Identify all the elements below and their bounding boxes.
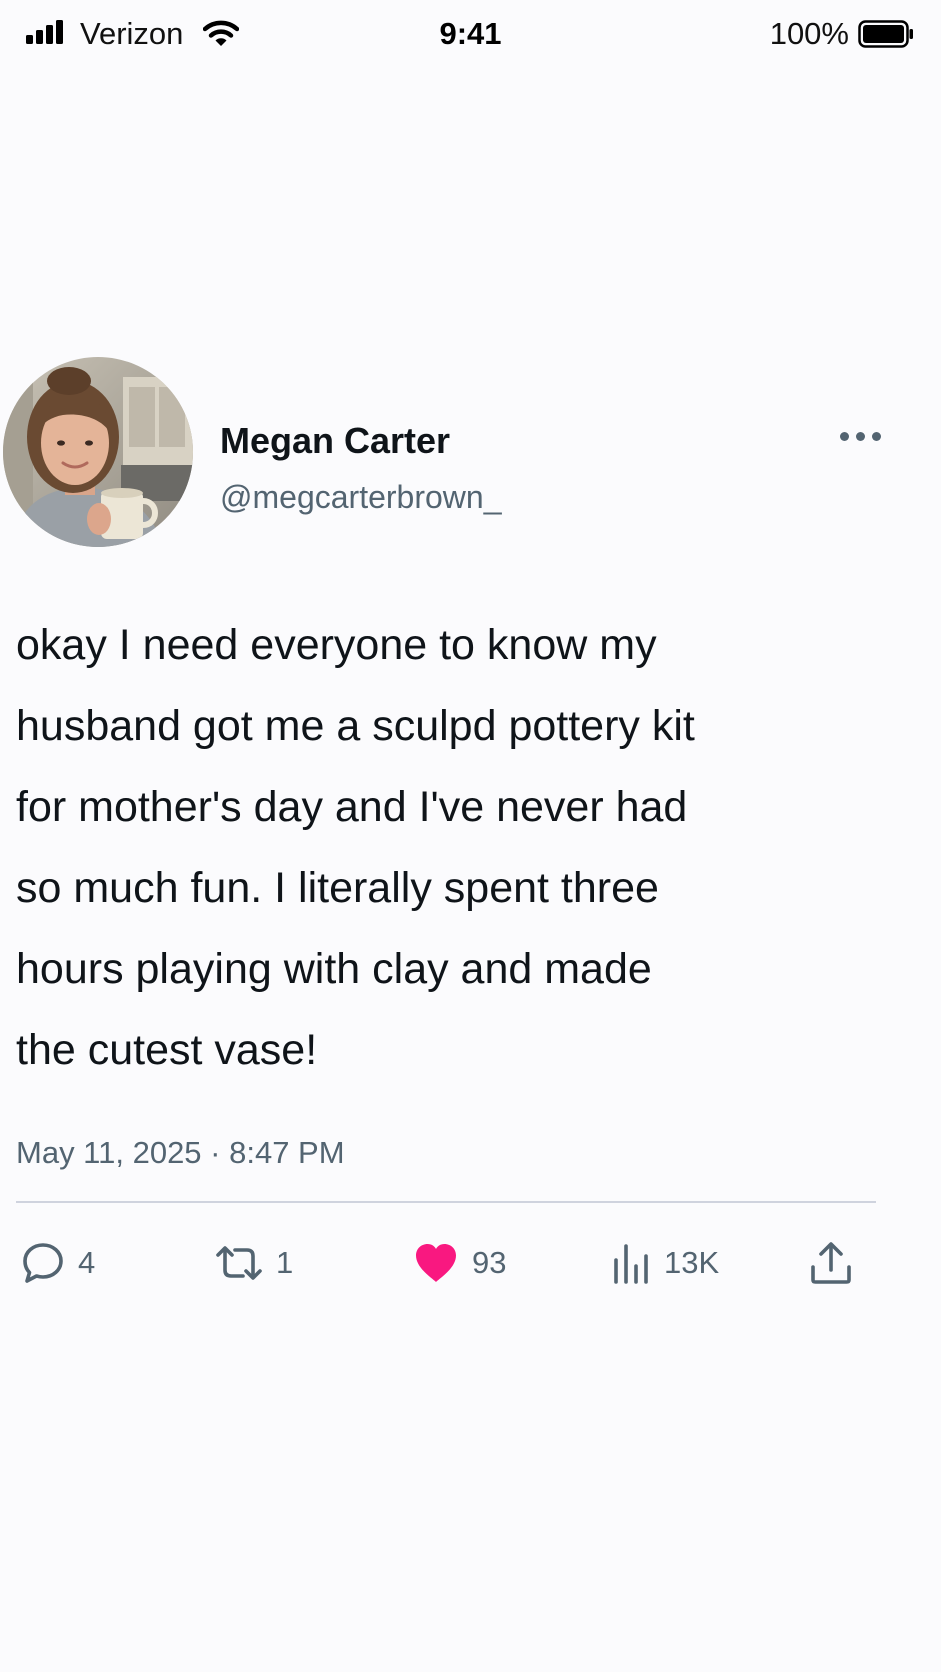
status-bar: Verizon 9:41 100%	[0, 0, 941, 70]
tweet-timestamp[interactable]: May 11, 2025 · 8:47 PM	[16, 1135, 345, 1171]
carrier-name: Verizon	[80, 16, 184, 51]
tweet-text: okay I need everyone to know my husband …	[16, 621, 695, 1074]
like-icon	[416, 1244, 456, 1282]
more-icon	[840, 432, 849, 441]
display-name[interactable]: Megan Carter	[220, 420, 450, 462]
wifi-icon	[203, 20, 239, 46]
repost-count: 1	[276, 1245, 294, 1280]
reply-count: 4	[78, 1245, 96, 1280]
avatar-photo	[3, 357, 193, 547]
repost-icon	[216, 1246, 262, 1280]
share-icon	[811, 1242, 851, 1284]
battery-percentage: 100%	[769, 16, 849, 51]
user-handle[interactable]: @megcarterbrown_	[220, 479, 501, 516]
share-button[interactable]	[808, 1238, 854, 1288]
signal-icon	[26, 20, 64, 44]
views-count: 13K	[664, 1245, 720, 1280]
battery-icon	[858, 20, 913, 48]
avatar[interactable]	[3, 357, 193, 547]
like-count: 93	[472, 1245, 507, 1280]
like-button[interactable]: 93	[412, 1238, 506, 1288]
repost-button[interactable]: 1	[214, 1238, 293, 1288]
reply-button[interactable]: 4	[20, 1238, 95, 1288]
views-icon	[614, 1244, 648, 1284]
reply-icon	[23, 1243, 63, 1283]
more-options-button[interactable]	[838, 424, 884, 448]
divider	[16, 1201, 876, 1203]
views-button[interactable]: 13K	[612, 1238, 719, 1288]
